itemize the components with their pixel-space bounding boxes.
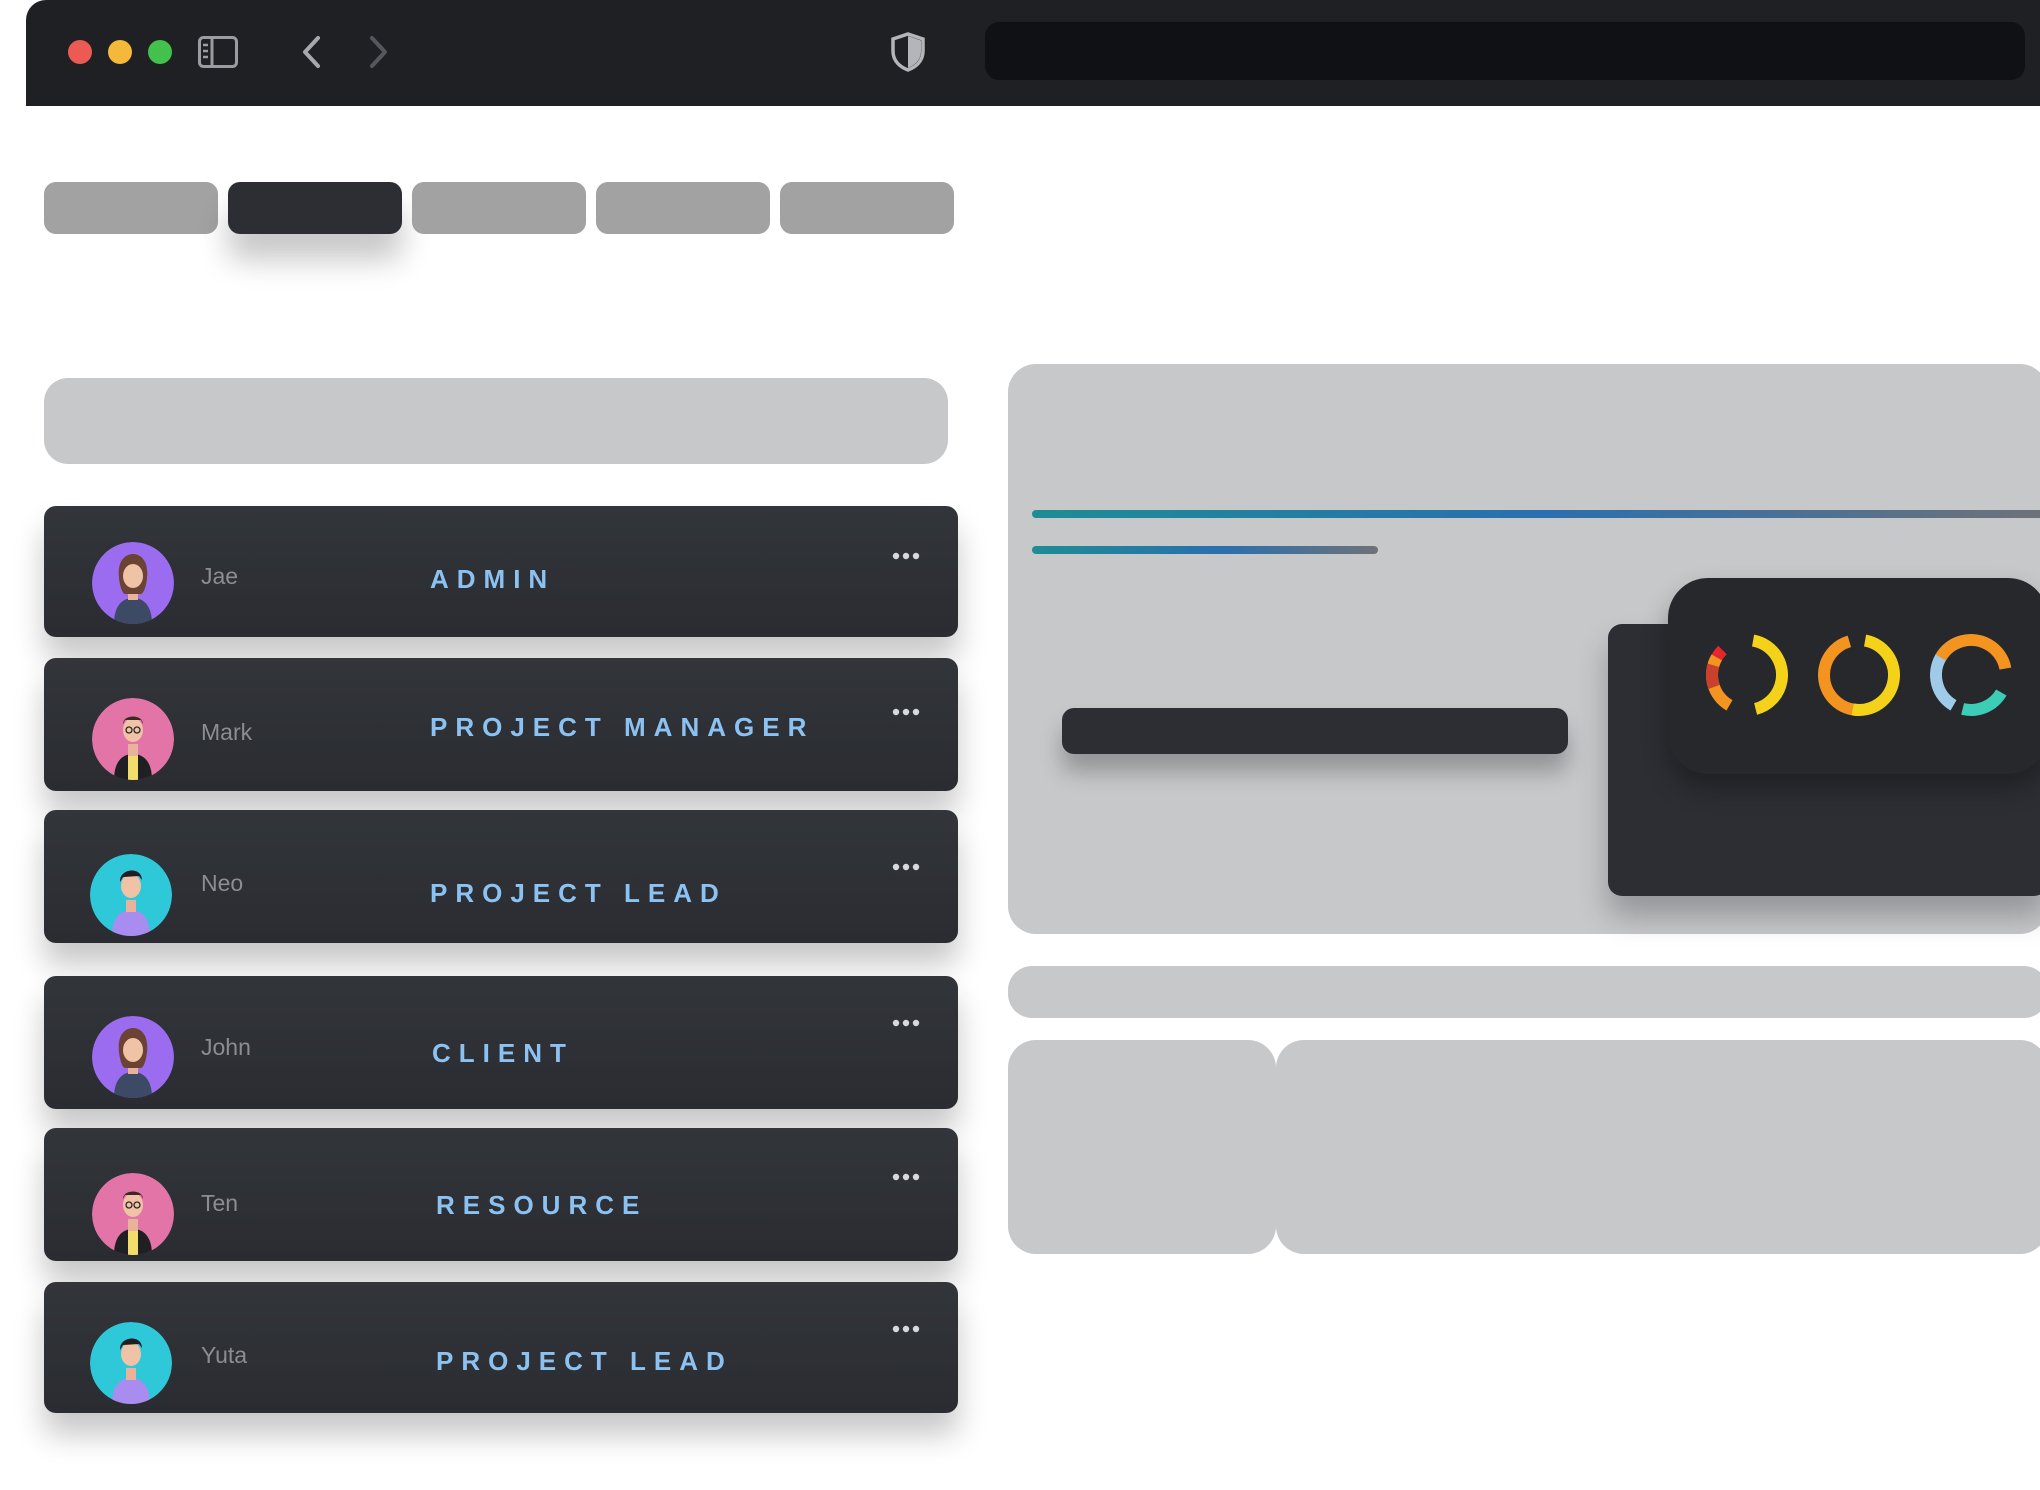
more-options-icon[interactable] <box>890 860 922 874</box>
member-name: Jae <box>201 563 239 589</box>
member-role: PROJECT MANAGER <box>430 712 815 742</box>
more-options-icon[interactable] <box>890 1322 922 1336</box>
woman-avatar <box>92 542 174 624</box>
donut-ring-icon <box>1930 634 2012 716</box>
more-options-icon[interactable] <box>890 549 922 563</box>
member-role: RESOURCE <box>436 1190 648 1220</box>
man-avatar <box>90 1322 172 1404</box>
man-avatar <box>90 854 172 936</box>
placeholder-bar <box>1062 708 1568 754</box>
placeholder-strip <box>1008 966 2040 1018</box>
member-role: PROJECT LEAD <box>430 878 727 908</box>
maximize-window-button[interactable] <box>148 40 172 64</box>
member-name: Yuta <box>201 1342 248 1368</box>
member-role: CLIENT <box>432 1038 574 1068</box>
member-row[interactable]: Ten RESOURCE <box>44 1128 958 1261</box>
tab-4[interactable] <box>596 182 770 234</box>
member-role: ADMIN <box>430 564 556 594</box>
member-row[interactable]: Mark PROJECT MANAGER <box>44 658 958 791</box>
placeholder-card-small <box>1008 1040 1276 1254</box>
tab-1[interactable] <box>44 182 218 234</box>
more-options-icon[interactable] <box>890 1016 922 1030</box>
search-bar[interactable] <box>44 378 948 464</box>
member-row[interactable]: John CLIENT <box>44 976 958 1109</box>
chevron-right-icon[interactable] <box>366 34 390 70</box>
member-row[interactable]: Yuta PROJECT LEAD <box>44 1282 958 1413</box>
member-role: PROJECT LEAD <box>436 1346 733 1376</box>
woman-avatar <box>92 1016 174 1098</box>
chevron-left-icon[interactable] <box>300 34 324 70</box>
tab-2[interactable] <box>228 182 402 234</box>
close-window-button[interactable] <box>68 40 92 64</box>
sidebar-toggle-icon[interactable] <box>198 36 238 68</box>
tab-3[interactable] <box>412 182 586 234</box>
member-name: Ten <box>201 1190 239 1216</box>
shield-icon[interactable] <box>890 32 926 72</box>
donut-ring-icon <box>1706 634 1788 716</box>
minimize-window-button[interactable] <box>108 40 132 64</box>
member-name: Neo <box>201 870 244 896</box>
more-options-icon[interactable] <box>890 705 922 719</box>
progress-bar-primary <box>1032 510 2040 518</box>
more-options-icon[interactable] <box>890 1170 922 1184</box>
member-name: John <box>201 1034 251 1060</box>
address-bar[interactable] <box>985 22 2025 80</box>
man-glasses-avatar <box>92 698 174 780</box>
placeholder-card-large <box>1276 1040 2040 1254</box>
progress-bar-secondary <box>1032 546 1378 554</box>
man-glasses-avatar <box>92 1173 174 1255</box>
member-row[interactable]: Neo PROJECT LEAD <box>44 810 958 943</box>
member-name: Mark <box>201 719 253 745</box>
member-row[interactable]: Jae ADMIN <box>44 506 958 637</box>
donut-ring-icon <box>1818 634 1900 716</box>
tab-5[interactable] <box>780 182 954 234</box>
